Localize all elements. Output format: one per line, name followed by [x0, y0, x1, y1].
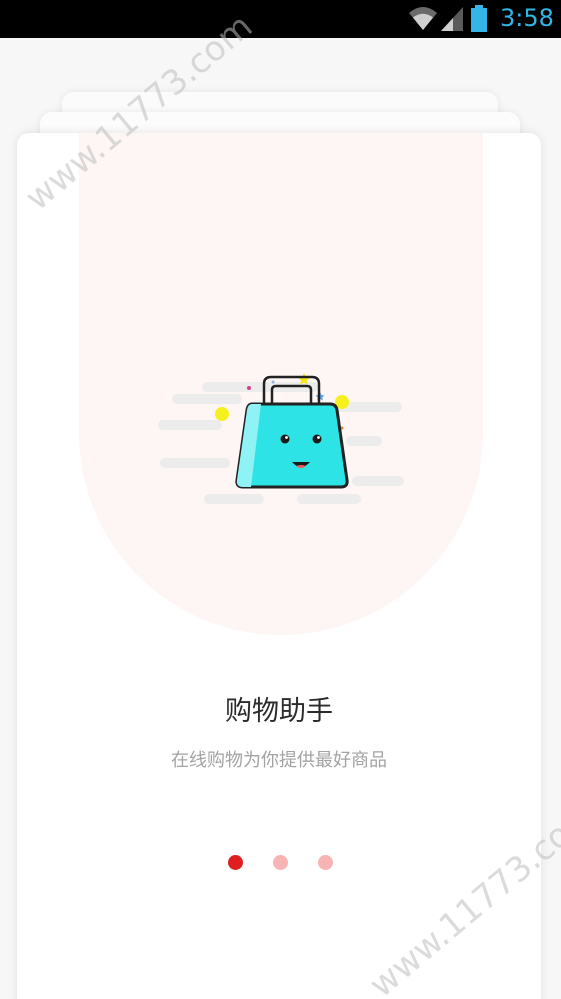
battery-icon — [471, 5, 487, 32]
page-dot-3[interactable] — [318, 855, 333, 870]
page-dot-2[interactable] — [273, 855, 288, 870]
status-bar: 3:58 — [0, 0, 561, 38]
shopping-bag-icon — [158, 373, 404, 504]
signal-icon — [441, 7, 463, 31]
page-indicator — [17, 853, 541, 873]
feature-title: 购物助手 — [225, 696, 333, 727]
wifi-icon — [409, 7, 437, 30]
onboarding-card[interactable]: 购物助手 在线购物为你提供最好商品 — [17, 133, 541, 999]
feature-subtitle: 在线购物为你提供最好商品 — [171, 750, 387, 771]
status-clock: 3:58 — [500, 4, 554, 32]
page-dot-1-active[interactable] — [228, 855, 243, 870]
